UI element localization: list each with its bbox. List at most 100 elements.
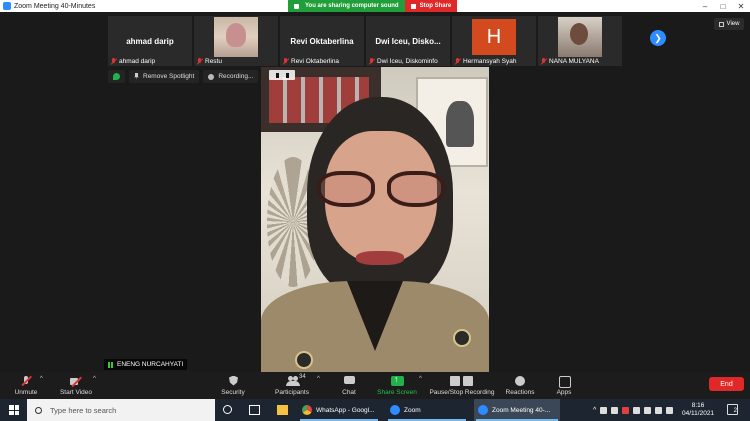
notifications-icon[interactable]: 2 (727, 404, 738, 415)
remove-spotlight-button[interactable]: Remove Spotlight (129, 70, 200, 83)
windows-start-icon[interactable] (9, 405, 19, 415)
chevron-right-icon: ❯ (654, 32, 662, 43)
participant-caption-text: NANA MULYANA (549, 58, 599, 65)
participant-display-name: Revi Oktaberlina (290, 36, 354, 46)
participant-caption-text: Hermansyah Syah (463, 58, 517, 65)
reactions-icon (514, 375, 526, 386)
participant-caption: Dwi Iceu, Diskominfo (368, 58, 438, 65)
task-view-icon[interactable] (249, 405, 260, 415)
chevron-up-icon[interactable]: ^ (40, 376, 43, 382)
participant-letter-avatar: H (472, 19, 516, 55)
stop-share-label: Stop Share (419, 3, 452, 9)
security-status-pill[interactable] (108, 70, 125, 83)
recording-icon (208, 73, 215, 80)
uniform-badge (295, 351, 313, 369)
chevron-up-icon[interactable]: ^ (419, 376, 422, 382)
chat-label: Chat (342, 388, 356, 396)
mic-muted-icon (282, 58, 289, 65)
participant-caption: Revi Oktaberlina (282, 58, 339, 65)
taskbar-app-label: WhatsApp - Googl... (316, 406, 375, 414)
stop-share-button[interactable]: Stop Share (404, 0, 458, 12)
window-controls: – □ ✕ (696, 2, 750, 11)
battery-icon[interactable] (633, 406, 641, 414)
mic-muted-icon (368, 58, 375, 65)
share-screen-button[interactable]: Share Screen (376, 372, 418, 399)
active-speaker-name: ENENG NURCAHYATI (117, 361, 184, 368)
start-video-label: Start Video (59, 388, 93, 396)
unmute-button[interactable]: Unmute (10, 372, 42, 399)
chevron-up-icon[interactable]: ^ (93, 376, 96, 382)
participant-caption-text: Revi Oktaberlina (291, 58, 340, 65)
shield-check-icon (113, 73, 120, 80)
share-screen-label: Share Screen (377, 388, 417, 396)
stop-icon[interactable] (285, 72, 289, 78)
active-speaker-label: ENENG NURCAHYATI (104, 359, 188, 370)
recording-indicator[interactable]: Recording... (203, 70, 259, 83)
reactions-label: Reactions (505, 388, 535, 396)
view-button[interactable]: View (714, 18, 744, 30)
participant-thumbnail[interactable]: ahmad darip ahmad darip (108, 16, 192, 66)
participant-thumbnail[interactable]: H Hermansyah Syah (452, 16, 536, 66)
chrome-icon (302, 405, 312, 415)
chevron-up-icon[interactable]: ^ (593, 407, 596, 414)
clock-time: 8:16 (691, 402, 705, 409)
apps-label: Apps (556, 388, 572, 396)
participant-thumbnail-strip: ahmad darip ahmad darip Restu Revi Oktab… (108, 16, 622, 66)
apps-button[interactable]: Apps (554, 372, 574, 399)
wifi-icon[interactable] (644, 406, 652, 414)
zoom-icon (478, 405, 488, 415)
participants-icon (286, 375, 300, 386)
security-button[interactable]: Security (218, 372, 248, 399)
taskbar-app-label: Zoom (404, 406, 421, 414)
participant-caption-text: Restu (205, 58, 222, 65)
recording-controls[interactable] (269, 70, 295, 80)
taskbar-search-input[interactable]: Type here to search (27, 399, 215, 421)
volume-icon[interactable] (655, 406, 663, 414)
audio-level-icon (108, 361, 114, 368)
speaker-glasses (317, 171, 445, 207)
language-icon[interactable] (666, 406, 674, 414)
next-page-button[interactable]: ❯ (650, 30, 666, 46)
mic-muted-icon (540, 58, 547, 65)
sharing-status: You are sharing computer sound (288, 0, 405, 12)
system-clock[interactable]: 8:16 04/11/2021 (682, 402, 714, 418)
taskbar-app-zoom[interactable]: Zoom (386, 399, 468, 421)
participant-caption: NANA MULYANA (540, 58, 599, 65)
zoom-app-icon (3, 2, 11, 10)
microphone-icon[interactable] (622, 406, 630, 414)
meeting-stage: View ahmad darip ahmad darip Restu Revi … (0, 12, 750, 381)
maximize-icon[interactable]: □ (714, 2, 732, 11)
taskbar-app-whatsapp[interactable]: WhatsApp - Googl... (298, 399, 380, 421)
pause-icon[interactable] (275, 72, 279, 78)
participant-thumbnail[interactable]: Restu (194, 16, 278, 66)
minimize-icon[interactable]: – (696, 2, 714, 11)
participant-thumbnail[interactable]: Dwi Iceu, Disko... Dwi Iceu, Diskominfo (366, 16, 450, 66)
taskbar-app-zoom-meeting[interactable]: Zoom Meeting 40-... (474, 399, 560, 421)
participant-video (558, 17, 602, 57)
chat-button[interactable]: Chat (338, 372, 360, 399)
participant-caption-text: Dwi Iceu, Diskominfo (377, 58, 438, 65)
notification-count: 2 (733, 408, 737, 414)
speaker-mouth (356, 251, 404, 265)
participants-button[interactable]: Participants (272, 372, 312, 399)
zoom-icon (390, 405, 400, 415)
chevron-up-icon[interactable]: ^ (317, 376, 320, 382)
pause-stop-recording-button[interactable]: Pause/Stop Recording (428, 372, 496, 399)
mic-muted-icon (454, 58, 461, 65)
share-screen-icon (391, 374, 404, 386)
file-explorer-icon[interactable] (277, 405, 288, 415)
cortana-icon[interactable] (223, 405, 232, 414)
network-icon[interactable] (600, 406, 608, 414)
participants-label: Participants (275, 388, 309, 396)
pin-icon (134, 73, 139, 80)
active-speaker-video (261, 67, 489, 381)
participant-thumbnail[interactable]: NANA MULYANA (538, 16, 622, 66)
onedrive-icon[interactable] (611, 406, 619, 414)
participant-thumbnail[interactable]: Revi Oktaberlina Revi Oktaberlina (280, 16, 364, 66)
start-video-button[interactable]: Start Video (58, 372, 94, 399)
close-icon[interactable]: ✕ (732, 2, 750, 11)
remove-spotlight-label: Remove Spotlight (143, 73, 195, 80)
participant-video (214, 17, 258, 57)
reactions-button[interactable]: Reactions (504, 372, 536, 399)
end-meeting-button[interactable]: End (709, 377, 744, 391)
